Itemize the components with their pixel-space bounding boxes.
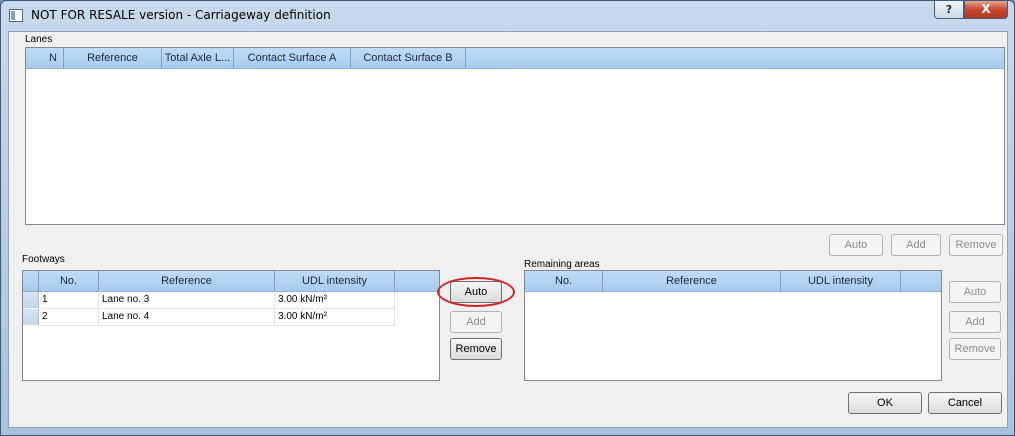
lanes-col-n[interactable]: N: [26, 48, 64, 68]
remaining-remove-button[interactable]: Remove: [949, 338, 1001, 360]
row-header[interactable]: [23, 309, 39, 325]
remaining-areas-label: Remaining areas: [524, 259, 600, 270]
lanes-add-button[interactable]: Add: [891, 234, 941, 256]
window-title: NOT FOR RESALE version - Carriageway def…: [31, 8, 331, 22]
close-button[interactable]: X: [964, 1, 1008, 19]
footways-col-udl[interactable]: UDL intensity: [275, 271, 395, 291]
ok-button[interactable]: OK: [848, 392, 922, 414]
app-window-icon: [9, 9, 23, 22]
row-header[interactable]: [23, 292, 39, 308]
footways-col-reference[interactable]: Reference: [99, 271, 275, 291]
lanes-col-reference[interactable]: Reference: [64, 48, 162, 68]
lanes-col-contact-b[interactable]: Contact Surface B: [351, 48, 466, 68]
dialog-window: NOT FOR RESALE version - Carriageway def…: [0, 0, 1015, 436]
footways-row-header-corner: [23, 271, 39, 291]
lanes-col-contact-a[interactable]: Contact Surface A: [234, 48, 351, 68]
cancel-button[interactable]: Cancel: [928, 392, 1002, 414]
remaining-col-reference[interactable]: Reference: [603, 271, 781, 291]
footways-label: Footways: [22, 254, 65, 265]
lanes-grid[interactable]: N Reference Total Axle L... Contact Surf…: [25, 47, 1005, 225]
lanes-col-total-axle[interactable]: Total Axle L...: [162, 48, 234, 68]
footways-add-button[interactable]: Add: [450, 311, 502, 333]
cell-reference[interactable]: Lane no. 3: [99, 292, 275, 309]
footways-remove-button[interactable]: Remove: [450, 338, 502, 360]
footways-grid-header: No. Reference UDL intensity: [23, 271, 439, 292]
cell-udl[interactable]: 3.00 kN/m²: [275, 292, 395, 309]
cell-udl[interactable]: 3.00 kN/m²: [275, 309, 395, 326]
footways-grid[interactable]: No. Reference UDL intensity 1 Lane no. 3…: [22, 270, 440, 381]
lanes-auto-button[interactable]: Auto: [829, 234, 883, 256]
lanes-remove-button[interactable]: Remove: [949, 234, 1003, 256]
footways-col-no[interactable]: No.: [39, 271, 99, 291]
remaining-add-button[interactable]: Add: [949, 311, 1001, 333]
cell-no[interactable]: 2: [39, 309, 99, 326]
lanes-grid-header: N Reference Total Axle L... Contact Surf…: [26, 48, 1004, 69]
title-bar[interactable]: NOT FOR RESALE version - Carriageway def…: [1, 1, 1014, 31]
help-button[interactable]: ?: [934, 1, 964, 19]
lanes-label: Lanes: [25, 34, 53, 45]
remaining-col-udl[interactable]: UDL intensity: [781, 271, 901, 291]
dialog-client-area: Lanes N Reference Total Axle L... Contac…: [8, 31, 1008, 428]
cell-reference[interactable]: Lane no. 4: [99, 309, 275, 326]
remaining-col-no[interactable]: No.: [525, 271, 603, 291]
remaining-areas-grid[interactable]: No. Reference UDL intensity: [524, 270, 942, 381]
remaining-auto-button[interactable]: Auto: [949, 281, 1001, 303]
remaining-grid-header: No. Reference UDL intensity: [525, 271, 941, 292]
highlight-circle: [437, 277, 515, 307]
cell-no[interactable]: 1: [39, 292, 99, 309]
